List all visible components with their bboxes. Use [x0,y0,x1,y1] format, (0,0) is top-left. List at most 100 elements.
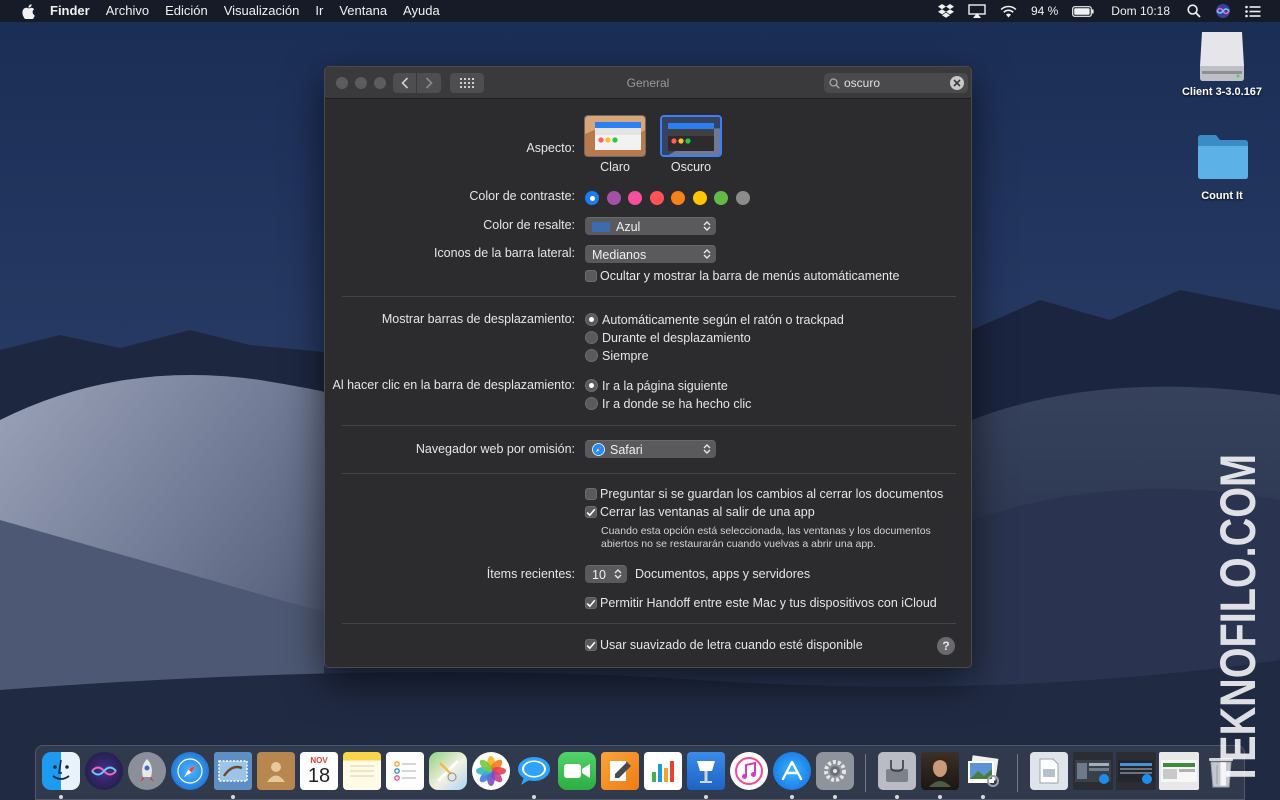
window-titlebar[interactable]: General [325,67,971,99]
siri-icon[interactable] [1208,0,1238,22]
accent-color-swatch[interactable] [714,191,728,205]
close-icon [953,79,961,87]
apple-icon[interactable] [14,3,42,19]
font-smoothing-checkbox[interactable] [585,639,597,651]
default-browser-value: Safari [610,442,643,457]
show-all-button[interactable] [450,73,484,93]
tomb-raider-icon[interactable] [921,752,959,790]
calendar-day: 18 [307,764,331,787]
default-browser-popup[interactable]: Safari [585,440,716,458]
accent-color-label: Color de contraste: [469,189,575,203]
light-appearance-thumbnail [585,116,645,156]
window-thumbnail-icon[interactable] [1116,752,1156,790]
back-button[interactable] [393,73,417,93]
clock[interactable]: Dom 10:18 [1101,0,1180,22]
maps-icon[interactable] [429,752,467,790]
menu-archivo[interactable]: Archivo [98,0,157,22]
siri-icon[interactable] [85,752,123,790]
auto-hide-menu-checkbox[interactable] [585,270,597,282]
desktop-item-count-it[interactable]: Count It [1172,132,1272,202]
accent-color-swatch[interactable] [692,191,707,205]
watermark-logo: TEKNOFILO.COM [1210,454,1266,786]
scroll-click-spot-radio[interactable] [585,397,598,410]
accent-color-swatch[interactable] [585,191,599,205]
mail-icon[interactable] [214,752,252,790]
itunes-icon[interactable] [730,752,768,790]
sidebar-icon-size-popup[interactable]: Medianos [585,245,716,263]
pages-icon[interactable] [601,752,639,790]
notification-center-icon[interactable] [1238,0,1268,22]
accent-color-swatch[interactable] [628,191,642,205]
system-preferences-icon[interactable] [816,752,854,790]
dock-separator [1017,754,1018,792]
battery-icon[interactable] [1065,0,1101,22]
clear-search-button[interactable] [950,76,964,90]
numbers-icon[interactable] [644,752,682,790]
accent-color-swatch[interactable] [671,191,685,205]
handoff-checkbox[interactable] [585,597,597,609]
spotlight-icon[interactable] [1180,0,1208,22]
ask-keep-changes-checkbox[interactable] [585,488,597,500]
close-windows-checkbox[interactable] [585,506,597,518]
scrollbars-scrolling-radio[interactable] [585,331,598,344]
app-store-icon[interactable] [773,752,811,790]
scroll-click-spot-label: Ir a donde se ha hecho clic [602,397,752,411]
downloads-stack-icon[interactable] [1030,752,1068,790]
running-indicator [790,795,794,799]
scrollbars-always-radio[interactable] [585,349,598,362]
messages-icon[interactable] [515,752,553,790]
menu-ir[interactable]: Ir [307,0,331,22]
preview-icon[interactable] [964,752,1002,790]
stethoscope-icon [886,760,908,782]
contacts-icon[interactable] [257,752,295,790]
battery-percentage: 94 % [1030,4,1059,18]
wifi-icon[interactable] [993,0,1024,22]
recent-items-stepper[interactable]: 10 [585,565,627,583]
section-divider [342,425,956,426]
auto-hide-menu-label: Ocultar y mostrar la barra de menús auto… [600,269,900,283]
help-button[interactable]: ? [937,637,955,655]
photos-icon[interactable] [472,752,510,790]
menu-edicion[interactable]: Edición [157,0,216,22]
minimize-window-button[interactable] [355,77,367,89]
running-indicator [833,795,837,799]
dock-separator [865,754,866,792]
window-thumbnail-icon[interactable] [1073,752,1113,790]
close-window-button[interactable] [336,77,348,89]
desktop-item-label: Count It [1201,190,1243,202]
highlight-color-popup[interactable]: Azul [585,217,716,235]
sidebar-icon-size-value: Medianos [592,247,647,262]
keynote-icon[interactable] [687,752,725,790]
menu-visualizacion[interactable]: Visualización [216,0,308,22]
accent-color-swatch[interactable] [606,191,621,205]
accent-color-swatch[interactable] [735,191,750,205]
window-thumbnail-icon[interactable] [1159,752,1199,790]
zoom-window-button[interactable] [374,77,386,89]
running-indicator [704,795,708,799]
menu-ayuda[interactable]: Ayuda [395,0,448,22]
finder-icon[interactable] [42,752,80,790]
disk-utility-icon[interactable] [878,752,916,790]
window-preview-icon [1161,760,1197,782]
facetime-icon[interactable] [558,752,596,790]
menu-ventana[interactable]: Ventana [331,0,395,22]
dropbox-icon[interactable] [931,0,961,22]
menu-finder[interactable]: Finder [42,0,98,22]
forward-button[interactable] [417,73,441,93]
highlight-color-label: Color de resalte: [483,218,575,232]
launchpad-icon[interactable] [128,752,166,790]
reminders-icon[interactable] [386,752,424,790]
safari-icon[interactable] [171,752,209,790]
appearance-light-option[interactable] [584,115,646,157]
appearance-dark-option[interactable] [660,115,722,157]
desktop-item-client[interactable]: Client 3-3.0.167 [1172,28,1272,98]
search-input[interactable] [844,76,944,90]
scroll-click-next-page-radio[interactable] [585,379,598,392]
accent-color-swatch[interactable] [649,191,664,205]
notes-icon[interactable] [343,752,381,790]
airplay-icon[interactable] [961,0,993,22]
calendar-icon[interactable]: NOV 18 [300,752,338,790]
search-field[interactable] [824,73,968,93]
search-icon [829,77,840,89]
scrollbars-auto-radio[interactable] [585,313,598,326]
